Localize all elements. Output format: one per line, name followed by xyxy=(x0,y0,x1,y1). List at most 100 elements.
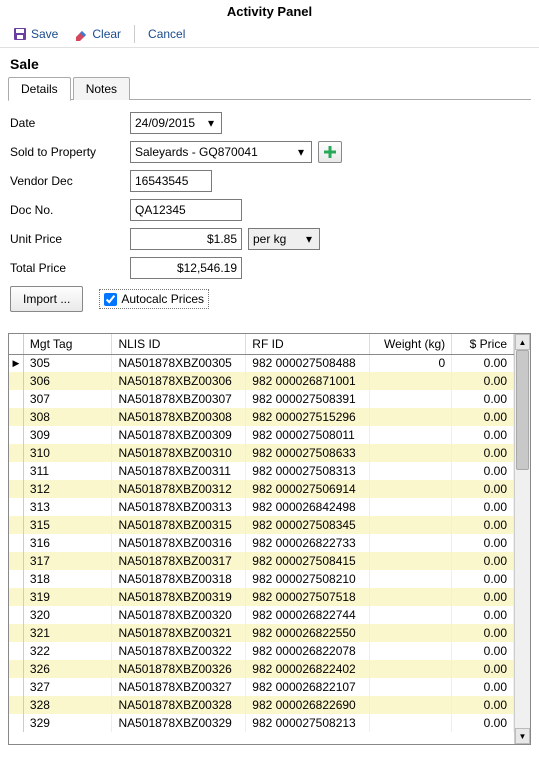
clear-button[interactable]: Clear xyxy=(67,24,128,44)
cell-mgt-tag[interactable]: 327 xyxy=(23,678,112,696)
table-row[interactable]: 319NA501878XBZ00319982 0000275075180.00 xyxy=(9,588,514,606)
cell-nlis-id[interactable]: NA501878XBZ00313 xyxy=(112,498,246,516)
cell-weight[interactable] xyxy=(369,570,451,588)
cell-weight[interactable] xyxy=(369,588,451,606)
cell-nlis-id[interactable]: NA501878XBZ00326 xyxy=(112,660,246,678)
table-row[interactable]: 311NA501878XBZ00311982 0000275083130.00 xyxy=(9,462,514,480)
cell-nlis-id[interactable]: NA501878XBZ00310 xyxy=(112,444,246,462)
cell-rf-id[interactable]: 982 000027508415 xyxy=(246,552,370,570)
cell-weight[interactable] xyxy=(369,660,451,678)
cell-rf-id[interactable]: 982 000027508633 xyxy=(246,444,370,462)
cell-mgt-tag[interactable]: 313 xyxy=(23,498,112,516)
tab-details[interactable]: Details xyxy=(8,77,71,101)
table-row[interactable]: 329NA501878XBZ00329982 0000275082130.00 xyxy=(9,714,514,732)
date-input[interactable]: 24/09/2015 ▾ xyxy=(130,112,222,134)
cell-weight[interactable] xyxy=(369,498,451,516)
cell-rf-id[interactable]: 982 000026871001 xyxy=(246,372,370,390)
cell-rf-id[interactable]: 982 000026842498 xyxy=(246,498,370,516)
cell-price[interactable]: 0.00 xyxy=(452,606,514,624)
cell-rf-id[interactable]: 982 000027508391 xyxy=(246,390,370,408)
cell-mgt-tag[interactable]: 309 xyxy=(23,426,112,444)
cell-rf-id[interactable]: 982 000026822402 xyxy=(246,660,370,678)
cell-price[interactable]: 0.00 xyxy=(452,354,514,372)
table-row[interactable]: 312NA501878XBZ00312982 0000275069140.00 xyxy=(9,480,514,498)
table-row[interactable]: 313NA501878XBZ00313982 000026842498 0.00 xyxy=(9,498,514,516)
cell-weight[interactable] xyxy=(369,462,451,480)
cell-mgt-tag[interactable]: 311 xyxy=(23,462,112,480)
cell-rf-id[interactable]: 982 000026822107 xyxy=(246,678,370,696)
cell-rf-id[interactable]: 982 000027508011 xyxy=(246,426,370,444)
cell-nlis-id[interactable]: NA501878XBZ00308 xyxy=(112,408,246,426)
cell-price[interactable]: 0.00 xyxy=(452,444,514,462)
table-row[interactable]: 320NA501878XBZ00320982 0000268227440.00 xyxy=(9,606,514,624)
cell-weight[interactable] xyxy=(369,714,451,732)
tab-notes[interactable]: Notes xyxy=(73,77,130,100)
cell-rf-id[interactable]: 982 000027508210 xyxy=(246,570,370,588)
cell-price[interactable]: 0.00 xyxy=(452,426,514,444)
cell-mgt-tag[interactable]: 310 xyxy=(23,444,112,462)
cell-weight[interactable] xyxy=(369,696,451,714)
unit-combo[interactable]: per kg ▾ xyxy=(248,228,320,250)
cell-rf-id[interactable]: 982 000026822733 xyxy=(246,534,370,552)
cell-price[interactable]: 0.00 xyxy=(452,552,514,570)
table-row[interactable]: 309NA501878XBZ00309982 000027508011 0.00 xyxy=(9,426,514,444)
cell-nlis-id[interactable]: NA501878XBZ00309 xyxy=(112,426,246,444)
cell-weight[interactable] xyxy=(369,624,451,642)
cell-price[interactable]: 0.00 xyxy=(452,516,514,534)
cell-price[interactable]: 0.00 xyxy=(452,678,514,696)
cell-price[interactable]: 0.00 xyxy=(452,588,514,606)
cell-weight[interactable] xyxy=(369,642,451,660)
cell-weight[interactable] xyxy=(369,552,451,570)
cell-nlis-id[interactable]: NA501878XBZ00306 xyxy=(112,372,246,390)
col-weight[interactable]: Weight (kg) xyxy=(369,334,451,354)
table-row[interactable]: 306NA501878XBZ00306982 000026871001 0.00 xyxy=(9,372,514,390)
col-mgt-tag[interactable]: Mgt Tag xyxy=(23,334,112,354)
table-row[interactable]: 308NA501878XBZ00308982 0000275152960.00 xyxy=(9,408,514,426)
cell-nlis-id[interactable]: NA501878XBZ00305 xyxy=(112,354,246,372)
table-row[interactable]: 310NA501878XBZ00310982 000027508633 0.00 xyxy=(9,444,514,462)
cell-price[interactable]: 0.00 xyxy=(452,462,514,480)
cell-price[interactable]: 0.00 xyxy=(452,372,514,390)
save-button[interactable]: Save xyxy=(6,24,65,44)
cell-mgt-tag[interactable]: 307 xyxy=(23,390,112,408)
cell-mgt-tag[interactable]: 308 xyxy=(23,408,112,426)
cell-weight[interactable] xyxy=(369,534,451,552)
cell-price[interactable]: 0.00 xyxy=(452,570,514,588)
cell-rf-id[interactable]: 982 000027508213 xyxy=(246,714,370,732)
table-row[interactable]: ▶305NA501878XBZ00305982 00002750848800.0… xyxy=(9,354,514,372)
table-row[interactable]: 321NA501878XBZ00321982 0000268225500.00 xyxy=(9,624,514,642)
vendor-dec-input[interactable] xyxy=(130,170,212,192)
cell-weight[interactable] xyxy=(369,408,451,426)
cell-price[interactable]: 0.00 xyxy=(452,624,514,642)
cancel-button[interactable]: Cancel xyxy=(141,24,192,44)
cell-nlis-id[interactable]: NA501878XBZ00328 xyxy=(112,696,246,714)
cell-mgt-tag[interactable]: 306 xyxy=(23,372,112,390)
cell-mgt-tag[interactable]: 326 xyxy=(23,660,112,678)
col-rf-id[interactable]: RF ID xyxy=(246,334,370,354)
total-price-input[interactable] xyxy=(130,257,242,279)
cell-rf-id[interactable]: 982 000027508488 xyxy=(246,354,370,372)
cell-weight[interactable] xyxy=(369,606,451,624)
cell-nlis-id[interactable]: NA501878XBZ00311 xyxy=(112,462,246,480)
cell-nlis-id[interactable]: NA501878XBZ00329 xyxy=(112,714,246,732)
table-row[interactable]: 318NA501878XBZ00318982 0000275082100.00 xyxy=(9,570,514,588)
cell-mgt-tag[interactable]: 322 xyxy=(23,642,112,660)
cell-nlis-id[interactable]: NA501878XBZ00315 xyxy=(112,516,246,534)
cell-rf-id[interactable]: 982 000026822744 xyxy=(246,606,370,624)
cell-mgt-tag[interactable]: 305 xyxy=(23,354,112,372)
cell-price[interactable]: 0.00 xyxy=(452,498,514,516)
cell-rf-id[interactable]: 982 000027506914 xyxy=(246,480,370,498)
scroll-thumb[interactable] xyxy=(516,350,529,470)
cell-price[interactable]: 0.00 xyxy=(452,408,514,426)
cell-nlis-id[interactable]: NA501878XBZ00319 xyxy=(112,588,246,606)
cell-mgt-tag[interactable]: 316 xyxy=(23,534,112,552)
cell-nlis-id[interactable]: NA501878XBZ00327 xyxy=(112,678,246,696)
cell-weight[interactable] xyxy=(369,426,451,444)
cell-price[interactable]: 0.00 xyxy=(452,534,514,552)
cell-nlis-id[interactable]: NA501878XBZ00317 xyxy=(112,552,246,570)
cell-weight[interactable] xyxy=(369,678,451,696)
unit-price-input[interactable] xyxy=(130,228,242,250)
scroll-track[interactable] xyxy=(515,350,530,728)
cell-weight[interactable] xyxy=(369,372,451,390)
cell-price[interactable]: 0.00 xyxy=(452,660,514,678)
